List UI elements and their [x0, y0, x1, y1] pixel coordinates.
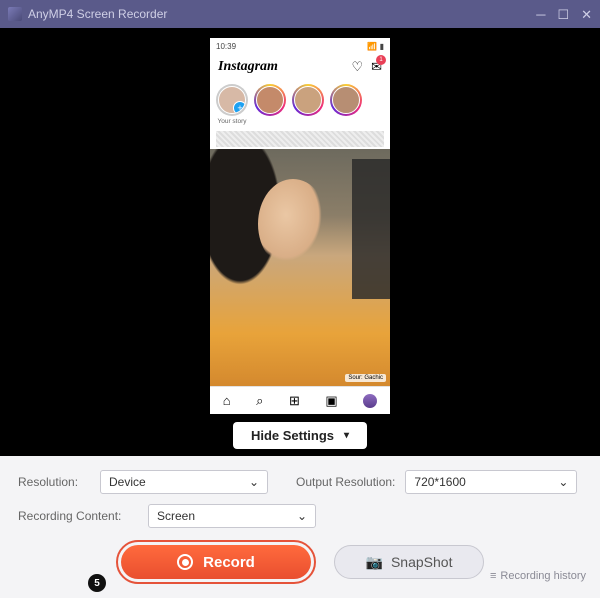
your-story[interactable]: Your story: [216, 84, 248, 125]
settings-panel: Resolution: Device ⌄ Output Resolution: …: [0, 456, 600, 532]
your-story-label: Your story: [217, 118, 246, 125]
recording-history-label: Recording history: [500, 570, 586, 582]
snapshot-button[interactable]: 📷 SnapShot: [334, 545, 484, 579]
recording-content-value: Screen: [157, 509, 195, 523]
status-icons: 📶 ▮: [367, 42, 384, 51]
status-time: 10:39: [216, 42, 236, 51]
heart-icon[interactable]: ♡: [351, 59, 363, 75]
recording-content-label: Recording Content:: [18, 509, 138, 523]
resolution-label: Resolution:: [18, 475, 90, 489]
instagram-logo: Instagram: [218, 59, 278, 75]
recording-content-select[interactable]: Screen ⌄: [148, 504, 316, 528]
reels-icon[interactable]: ▣: [325, 393, 337, 409]
preview-area: 10:39 📶 ▮ Instagram ♡ ✉ 1 Your story: [0, 28, 600, 456]
phone-bottom-nav: ⌂ ⌕ ⊞ ▣: [210, 386, 390, 414]
story-item[interactable]: [254, 84, 286, 125]
chevron-down-icon: ⌄: [249, 475, 259, 489]
app-icon: [8, 7, 22, 21]
notification-badge: 1: [376, 55, 386, 65]
image-attribution: Sour: Gachic: [345, 374, 386, 382]
hide-settings-label: Hide Settings: [251, 428, 334, 443]
record-button-highlight: Record: [116, 540, 316, 584]
instagram-header: Instagram ♡ ✉ 1: [210, 54, 390, 80]
feed-image: Sour: Gachic: [210, 149, 390, 386]
chevron-down-icon: ⌄: [297, 509, 307, 523]
minimize-button[interactable]: ─: [536, 8, 545, 21]
hide-settings-button[interactable]: Hide Settings ▾: [233, 422, 367, 449]
home-icon[interactable]: ⌂: [223, 393, 231, 408]
record-icon: [177, 554, 193, 570]
story-item[interactable]: [330, 84, 362, 125]
list-icon: ≡: [490, 570, 496, 582]
story-item[interactable]: [292, 84, 324, 125]
phone-status-bar: 10:39 📶 ▮: [210, 38, 390, 54]
feed-meta-placeholder: [216, 131, 384, 147]
output-resolution-label: Output Resolution:: [296, 475, 395, 489]
camera-icon: 📷: [366, 554, 383, 571]
window-title: AnyMP4 Screen Recorder: [28, 7, 167, 21]
tutorial-step-marker: 5: [88, 574, 106, 592]
phone-preview: 10:39 📶 ▮ Instagram ♡ ✉ 1 Your story: [210, 38, 390, 414]
record-button[interactable]: Record: [121, 545, 311, 579]
messenger-icon[interactable]: ✉ 1: [371, 59, 382, 75]
resolution-value: Device: [109, 475, 146, 489]
recording-history-link[interactable]: ≡ Recording history: [490, 570, 586, 582]
output-resolution-value: 720*1600: [414, 475, 465, 489]
close-button[interactable]: ✕: [581, 8, 592, 21]
chevron-down-icon: ▾: [344, 430, 349, 441]
resolution-select[interactable]: Device ⌄: [100, 470, 268, 494]
profile-avatar[interactable]: [363, 394, 377, 408]
title-bar: AnyMP4 Screen Recorder ─ ☐ ✕: [0, 0, 600, 28]
action-bar: 5 Record 📷 SnapShot ≡ Recording history: [0, 532, 600, 598]
snapshot-label: SnapShot: [391, 554, 453, 570]
add-post-icon[interactable]: ⊞: [289, 393, 300, 409]
search-icon[interactable]: ⌕: [256, 393, 263, 409]
record-label: Record: [203, 554, 255, 571]
edit-panel: [352, 159, 390, 299]
output-resolution-select[interactable]: 720*1600 ⌄: [405, 470, 577, 494]
chevron-down-icon: ⌄: [558, 475, 568, 489]
stories-row: Your story: [210, 80, 390, 129]
maximize-button[interactable]: ☐: [557, 8, 569, 21]
